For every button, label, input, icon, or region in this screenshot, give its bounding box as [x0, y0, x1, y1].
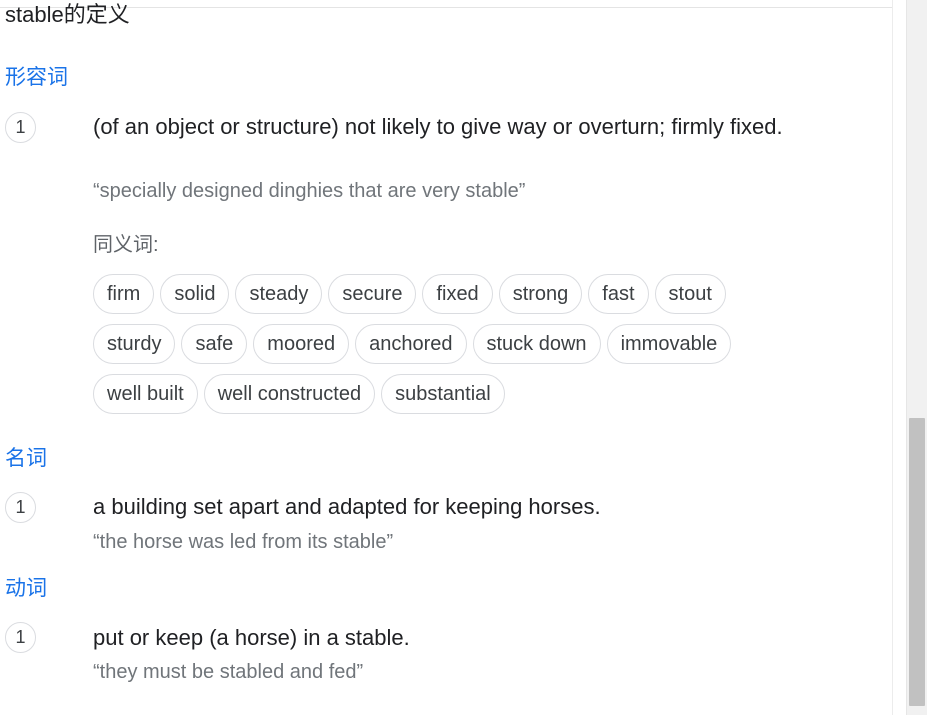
synonym-chip[interactable]: solid [160, 274, 230, 314]
synonym-chip[interactable]: immovable [606, 324, 732, 364]
synonym-chip[interactable]: firm [93, 274, 155, 314]
definition-adjective: (of an object or structure) not likely t… [93, 114, 783, 139]
example-adjective: “specially designed dinghies that are ve… [93, 180, 526, 202]
synonym-chip[interactable]: stuck down [472, 324, 601, 364]
synonym-chip[interactable]: anchored [355, 324, 467, 364]
synonym-chip[interactable]: sturdy [93, 324, 176, 364]
definition-panel: stable的定义 形容词 1 (of an object or structu… [0, 0, 892, 715]
example-noun: “the horse was led from its stable” [93, 531, 394, 553]
scrollbar-thumb[interactable] [909, 418, 925, 706]
sense-number-adjective: 1 [5, 112, 36, 143]
sense-number-verb: 1 [5, 622, 36, 653]
synonym-chip-list: firm solid steady secure fixed strong fast stou… [93, 274, 793, 414]
synonym-chip[interactable]: secure [328, 274, 417, 314]
synonym-chip[interactable]: safe [181, 324, 248, 364]
synonym-chip[interactable]: well constructed [203, 374, 376, 414]
synonym-chip[interactable]: fast [588, 274, 649, 314]
sense-number-noun: 1 [5, 492, 36, 523]
synonym-chip[interactable]: fixed [422, 274, 493, 314]
pos-verb: 动词 [5, 577, 47, 600]
page-title: stable的定义 [5, 2, 130, 27]
definition-noun: a building set apart and adapted for kee… [93, 494, 601, 519]
synonyms-label: 同义词: [93, 234, 159, 256]
synonym-chip[interactable]: well built [93, 374, 198, 414]
pos-adjective: 形容词 [5, 66, 68, 89]
pos-noun: 名词 [5, 447, 47, 470]
definition-verb: put or keep (a horse) in a stable. [93, 625, 410, 650]
synonym-chip[interactable]: substantial [381, 374, 505, 414]
synonym-chip[interactable]: moored [253, 324, 350, 364]
synonym-chip[interactable]: stout [654, 274, 726, 314]
synonym-chip[interactable]: steady [235, 274, 323, 314]
synonym-chip[interactable]: strong [498, 274, 583, 314]
scrollbar[interactable] [906, 0, 927, 715]
panel-edge [892, 0, 906, 715]
example-verb: “they must be stabled and fed” [93, 661, 364, 683]
